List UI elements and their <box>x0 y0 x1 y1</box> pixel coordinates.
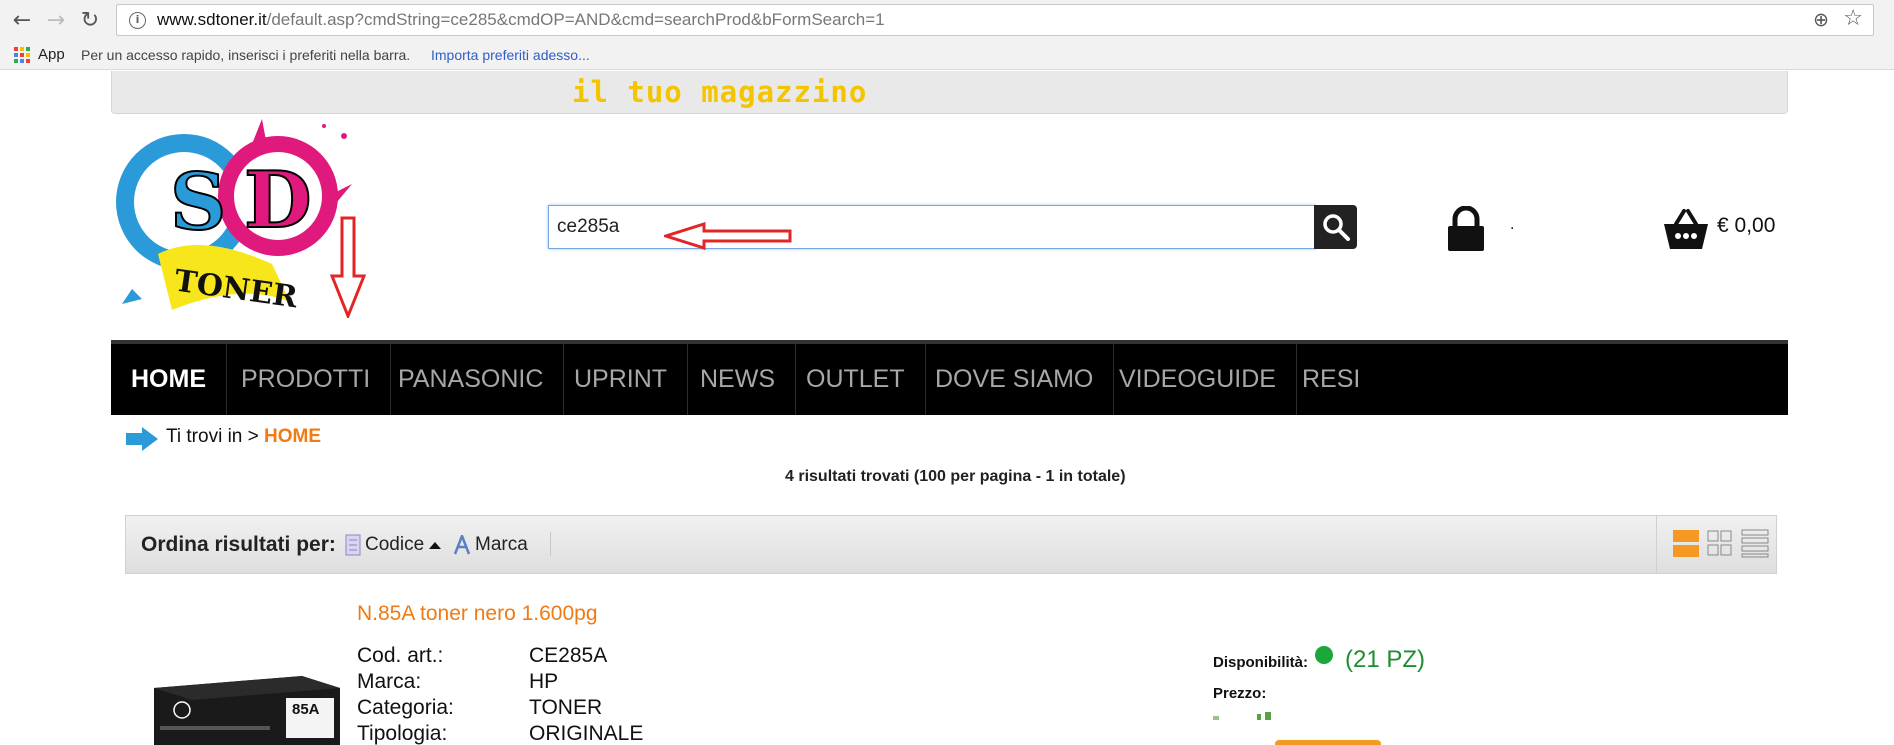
view-switcher <box>1656 516 1776 573</box>
nav-item-news[interactable]: NEWS <box>680 344 796 415</box>
breadcrumb-prefix: Ti trovi in <box>166 426 243 447</box>
sort-by-brand[interactable]: Marca <box>453 534 528 556</box>
reload-icon[interactable]: ↻ <box>76 6 104 34</box>
nav-item-home[interactable]: HOME <box>111 344 227 415</box>
product-box-label: 85A <box>292 701 320 718</box>
spec-category-label: Categoria: <box>357 696 454 719</box>
logo-letter-d: D <box>244 155 312 246</box>
nav-item-outlet[interactable]: OUTLET <box>786 344 926 415</box>
cart-total[interactable]: € 0,00 <box>1717 214 1775 238</box>
list-large-view-icon[interactable] <box>1673 530 1699 557</box>
nav-item-panasonic[interactable]: PANASONIC <box>378 344 565 415</box>
spec-type-value: ORIGINALE <box>529 722 644 745</box>
url-text[interactable]: www.sdtoner.it/default.asp?cmdString=ce2… <box>157 10 885 30</box>
url-path: /default.asp?cmdString=ce285&cmdOP=AND&c… <box>266 10 885 29</box>
spec-code-value: CE285A <box>529 644 608 667</box>
user-account-text[interactable]: . <box>1510 216 1514 234</box>
url-host: www.sdtoner.it <box>157 10 267 29</box>
spec-type-label: Tipologia: <box>357 722 448 745</box>
brand-sort-icon <box>453 535 471 555</box>
bookmarks-bar: App Per un accesso rapido, inserisci i p… <box>0 40 1894 70</box>
lock-icon[interactable] <box>1446 206 1486 252</box>
nav-item-videoguide[interactable]: VIDEOGUIDE <box>1099 344 1297 415</box>
sort-title: Ordina risultati per: <box>141 533 336 556</box>
results-summary: 4 risultati trovati (100 per pagina - 1 … <box>785 468 1126 485</box>
sort-divider <box>550 532 551 556</box>
sort-by-code[interactable]: Codice <box>345 534 442 556</box>
browser-toolbar: ← → ↻ i www.sdtoner.it/default.asp?cmdSt… <box>0 0 1894 40</box>
bookmarks-hint: Per un accesso rapido, inserisci i prefe… <box>81 47 411 63</box>
nav-item-resi[interactable]: RESI <box>1282 344 1380 415</box>
spec-category-value: TONER <box>529 696 603 719</box>
main-nav: HOME PRODOTTI PANASONIC UPRINT NEWS OUTL… <box>111 340 1788 415</box>
sort-ascending-icon <box>429 542 442 549</box>
down-arrow-annotation <box>330 216 366 318</box>
price-label: Prezzo: <box>1213 685 1267 702</box>
search-icon <box>1322 214 1350 241</box>
sort-brand-label: Marca <box>475 534 528 555</box>
info-icon[interactable]: i <box>129 12 146 29</box>
search-input[interactable] <box>557 214 1157 240</box>
availability-quantity: (21 PZ) <box>1345 646 1426 673</box>
spec-brand-label: Marca: <box>357 670 422 693</box>
apps-label[interactable]: App <box>38 46 65 63</box>
import-bookmarks-link[interactable]: Importa preferiti adesso... <box>431 47 590 63</box>
site-logo[interactable]: S D TONER <box>112 114 362 338</box>
compact-list-view-icon[interactable] <box>1741 529 1769 558</box>
code-sort-icon <box>345 534 361 556</box>
tagline: il tuo magazzino <box>572 75 868 109</box>
apps-grid-icon[interactable] <box>14 47 30 63</box>
breadcrumb-home-link[interactable]: HOME <box>264 426 321 447</box>
availability-status-icon <box>1315 646 1333 664</box>
product-title-link[interactable]: N.85A toner nero 1.600pg <box>357 602 598 626</box>
cart-basket-icon[interactable] <box>1662 208 1710 252</box>
top-strip <box>111 71 1788 114</box>
forward-icon[interactable]: → <box>42 6 70 34</box>
add-to-cart-button[interactable] <box>1275 740 1381 745</box>
address-bar[interactable]: i www.sdtoner.it/default.asp?cmdString=c… <box>116 4 1874 36</box>
breadcrumb: Ti trovi in > HOME <box>166 426 321 448</box>
spec-brand-value: HP <box>529 670 559 693</box>
zoom-icon[interactable]: ⊕ <box>1813 9 1829 31</box>
product-image[interactable]: 85A <box>152 668 342 745</box>
breadcrumb-arrow-icon <box>126 427 158 451</box>
search-button[interactable] <box>1314 205 1357 249</box>
nav-item-dove-siamo[interactable]: DOVE SIAMO <box>915 344 1115 415</box>
sort-code-label: Codice <box>365 534 425 555</box>
grid-view-icon[interactable] <box>1707 530 1732 556</box>
logo-toner-word: TONER <box>172 264 300 316</box>
spec-code-label: Cod. art.: <box>357 644 444 667</box>
nav-item-uprint[interactable]: UPRINT <box>554 344 689 415</box>
back-icon[interactable]: ← <box>8 6 36 34</box>
sort-bar: Ordina risultati per: Codice Marca <box>125 515 1777 574</box>
nav-item-prodotti[interactable]: PRODOTTI <box>221 344 392 415</box>
bookmark-star-icon[interactable]: ☆ <box>1843 6 1863 31</box>
logo-letter-s: S <box>170 157 226 248</box>
availability-label: Disponibilità: <box>1213 654 1308 671</box>
price-value-partial <box>1213 712 1271 720</box>
left-arrow-annotation <box>664 222 792 250</box>
breadcrumb-separator: > <box>247 426 259 447</box>
